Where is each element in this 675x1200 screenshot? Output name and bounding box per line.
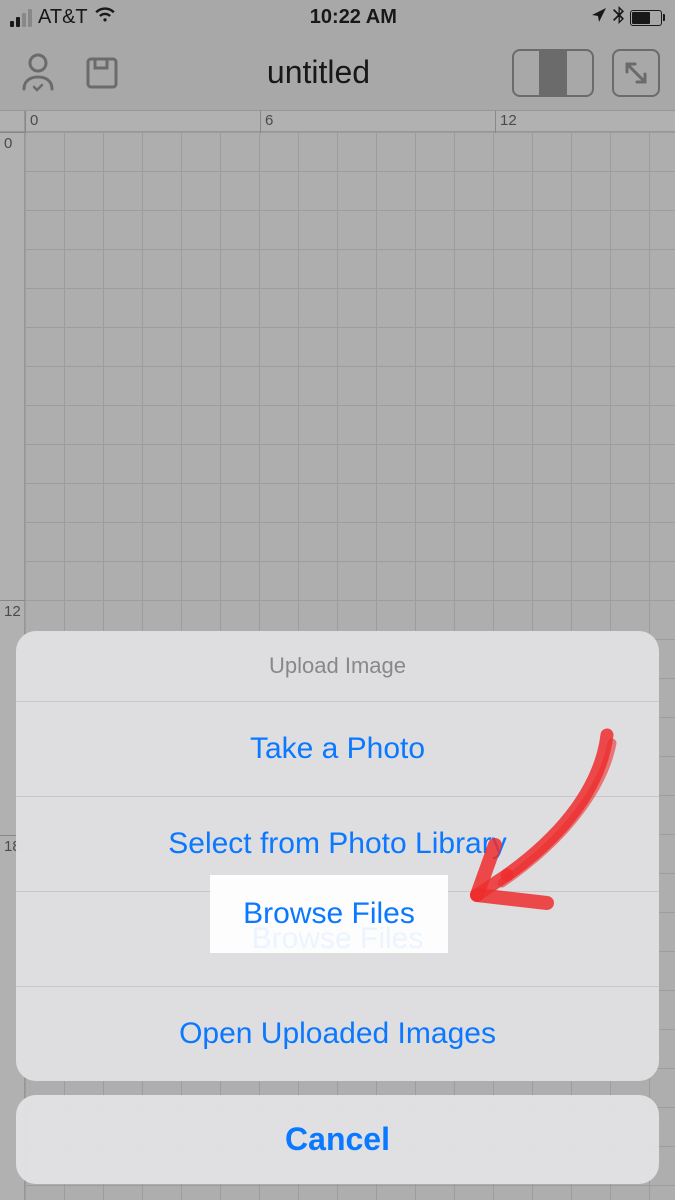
option-select-library[interactable]: Select from Photo Library — [16, 797, 659, 892]
option-take-photo[interactable]: Take a Photo — [16, 702, 659, 797]
sheet-title: Upload Image — [16, 631, 659, 702]
action-sheet: Upload Image Take a Photo Select from Ph… — [16, 631, 659, 1184]
cancel-button[interactable]: Cancel — [16, 1095, 659, 1184]
option-browse-files[interactable]: Browse Files — [16, 892, 659, 987]
option-open-uploaded[interactable]: Open Uploaded Images — [16, 987, 659, 1081]
